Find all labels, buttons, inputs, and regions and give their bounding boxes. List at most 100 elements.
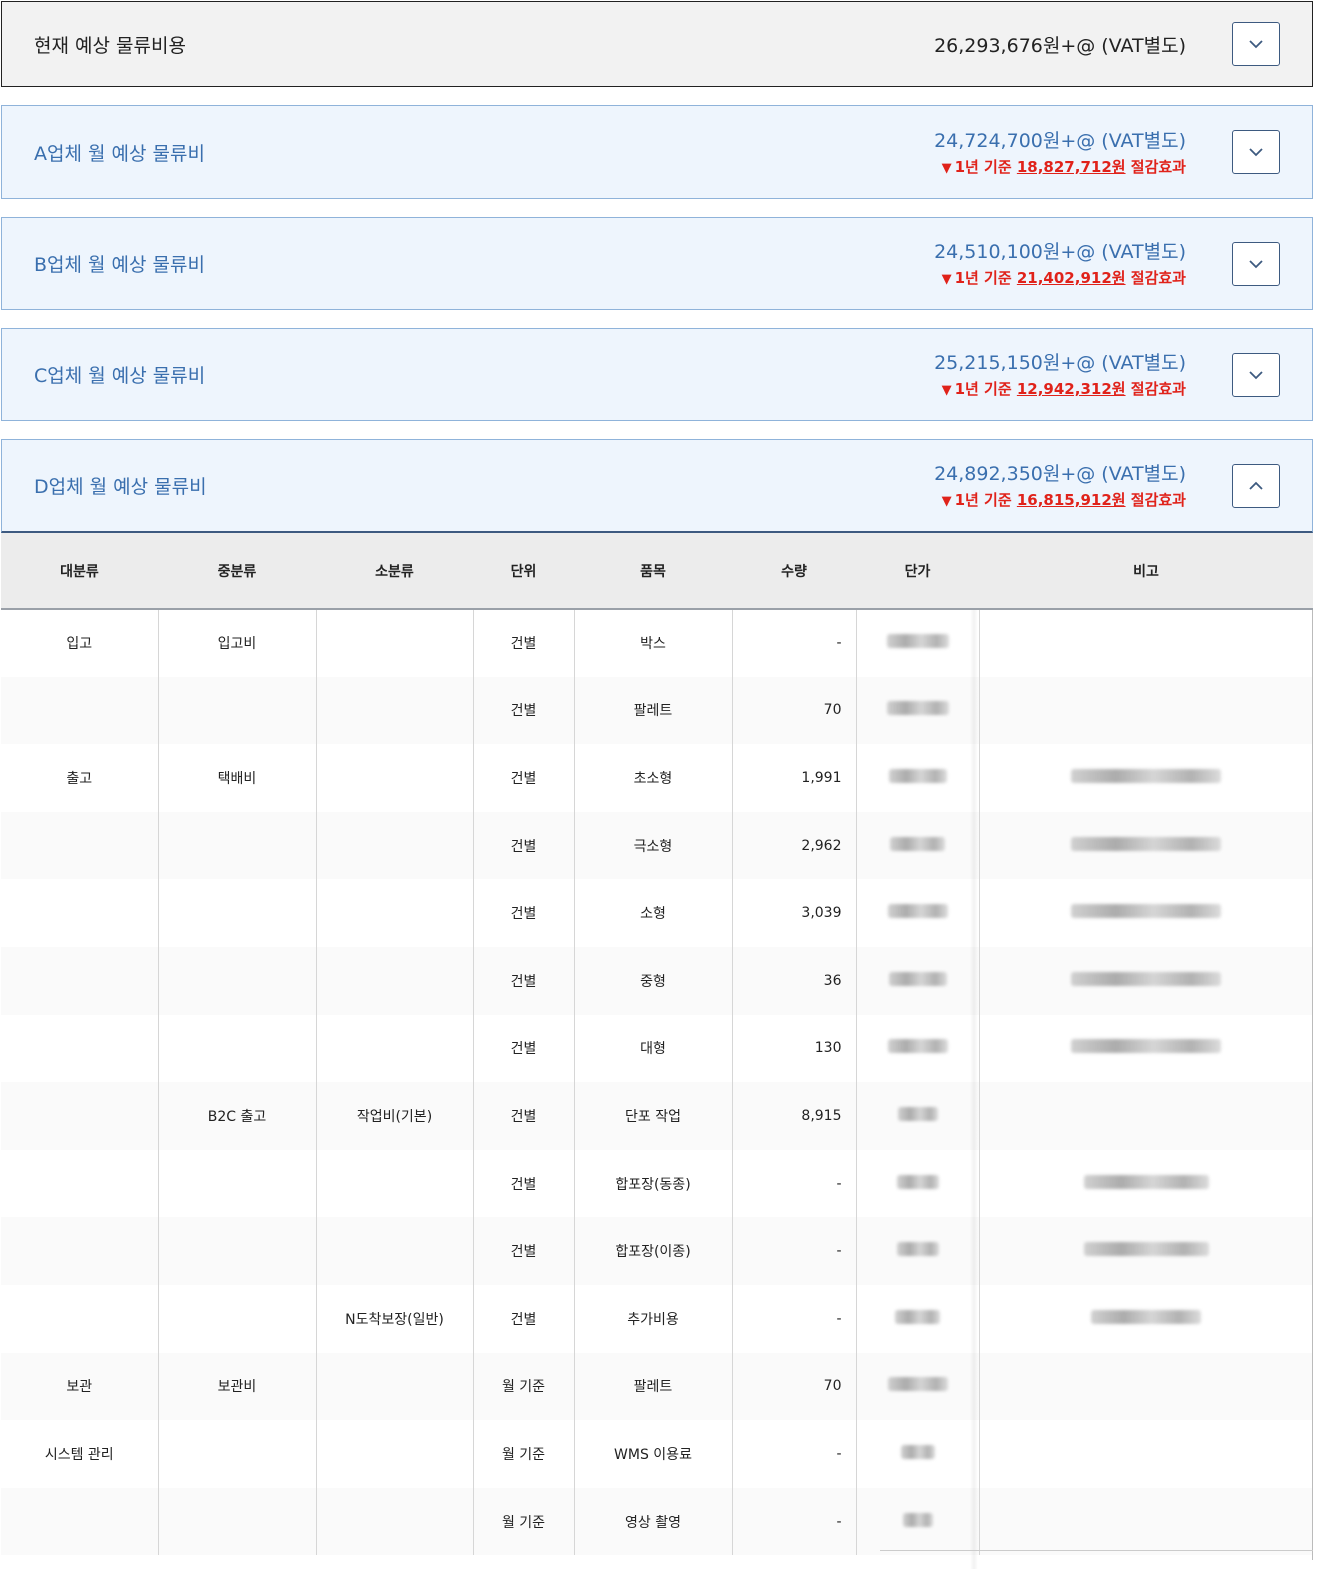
current-cost-expand-button[interactable] [1232,22,1280,66]
cell-middle [158,879,317,947]
table-header-row: 대분류 중분류 소분류 단위 품목 수량 단가 비고 [1,533,1313,610]
vendor-d-summary: 24,892,350원+@ (VAT별도) ▼ 1년 기준 16,815,912원… [934,461,1186,510]
cell-item: 합포장(동종) [574,1149,733,1218]
column-header-minor: 소분류 [316,533,473,610]
saving-value: 21,402,912원 [1016,269,1126,287]
cell-middle [158,1014,317,1083]
cell-note-redacted [979,744,1313,812]
table-row: 건별 팔레트 70 [1,676,1313,745]
cell-unit: 건별 [473,744,575,812]
cell-minor [316,609,474,677]
vendor-a-expand-button[interactable] [1232,130,1280,174]
cell-unit: 건별 [473,811,575,880]
cell-middle: 보관비 [158,1352,317,1421]
redacted-block [1071,971,1222,986]
cell-minor [316,676,474,745]
cell-middle: 택배비 [158,744,317,812]
current-cost-title: 현재 예상 물류비용 [34,34,186,57]
redacted-block [886,701,949,716]
down-triangle-icon: ▼ [941,494,952,509]
table-row: 건별 합포장(동종) - [1,1149,1313,1218]
cell-qty: - [732,1487,857,1556]
cell-item: 합포장(이종) [574,1217,733,1285]
cell-qty: 1,991 [732,744,857,812]
cell-major [1,1082,159,1150]
redacted-block [1083,1174,1209,1189]
vendor-c-expand-button[interactable] [1232,352,1280,397]
saving-value: 18,827,712원 [1016,157,1126,176]
saving-suffix: 절감효과 [1125,157,1186,176]
vendor-c-title: C업체 월 예상 물류비 [34,365,206,387]
cell-minor [316,1487,474,1556]
cell-note-redacted [979,1285,1313,1353]
vendor-b-summary: 24,510,100원+@ (VAT별도) ▼ 1년 기준 21,402,912원… [934,239,1186,288]
redacted-block [890,836,945,851]
table-row: 월 기준 영상 촬영 - [1,1487,1313,1556]
column-divider-shadow [970,610,978,1569]
redacted-block [896,1174,939,1189]
redacted-block [887,1377,948,1392]
cell-qty: 2,962 [732,811,857,880]
chevron-down-icon [1249,148,1263,157]
cell-price-redacted [856,1217,980,1285]
redacted-block [887,1039,948,1054]
cell-qty: 130 [732,1014,857,1083]
cell-major [1,1284,159,1353]
cell-major: 시스템 관리 [1,1420,159,1488]
vendor-a-saving: ▼ 1년 기준 18,827,712원 절감효과 [942,156,1186,177]
table-right-border [1312,610,1313,1560]
table-row: 시스템 관리 월 기준 WMS 이용료 - [1,1420,1313,1488]
cell-major: 입고 [1,609,159,677]
vendor-d-amount: 24,892,350원+@ (VAT별도) [934,463,1186,485]
cell-major [1,946,159,1015]
chevron-down-icon [1249,40,1263,49]
cell-major [1,1217,159,1285]
redacted-block [888,768,947,783]
vendor-b-expand-button[interactable] [1232,241,1280,286]
vendor-d-title: D업체 월 예상 물류비 [34,476,207,498]
cell-major [1,811,159,880]
cell-item: 팔레트 [574,1352,733,1421]
table-row: 건별 대형 130 [1,1014,1313,1083]
cell-item: 단포 작업 [574,1082,733,1150]
vendor-d-collapse-button[interactable] [1232,463,1280,508]
cell-unit: 건별 [473,1014,575,1083]
cell-note-redacted [979,1352,1313,1421]
vendor-c-amount: 25,215,150원+@ (VAT별도) [934,352,1186,374]
current-cost-amount: 26,293,676원+@ (VAT별도) [934,34,1186,57]
cell-price-redacted [856,946,980,1015]
cell-unit: 월 기준 [473,1420,575,1488]
cell-price-redacted [856,1082,980,1150]
vendor-b-amount: 24,510,100원+@ (VAT별도) [934,241,1186,263]
cell-item: 추가비용 [574,1284,733,1353]
cell-price-redacted [856,676,980,745]
saving-suffix: 절감효과 [1125,491,1186,509]
cell-note-redacted [979,1217,1313,1285]
chevron-up-icon [1249,481,1263,490]
saving-value: 16,815,912원 [1016,491,1126,509]
cell-unit: 건별 [473,1149,575,1218]
vendor-a-amount: 24,724,700원+@ (VAT별도) [934,129,1186,152]
down-triangle-icon: ▼ [941,272,952,287]
cell-middle [158,946,317,1015]
cell-qty: - [732,609,857,677]
redacted-block [1071,768,1222,783]
cell-note-redacted [979,1487,1313,1556]
cell-major: 출고 [1,744,159,812]
table-row: 건별 합포장(이종) - [1,1217,1313,1285]
cell-price-redacted [856,1149,980,1218]
vendor-d-saving: ▼ 1년 기준 16,815,912원 절감효과 [942,489,1186,510]
cell-middle [158,1420,317,1488]
cell-price-redacted [856,1284,980,1353]
redacted-block [896,1242,939,1257]
cell-middle: B2C 출고 [158,1082,317,1150]
cell-price-redacted [856,744,980,812]
cell-minor [316,879,474,947]
vendor-b-panel: B업체 월 예상 물류비 24,510,100원+@ (VAT별도) ▼ 1년 기… [1,217,1313,310]
column-header-unit: 단위 [473,533,574,610]
cell-item: 소형 [574,879,733,947]
saving-value: 12,942,312원 [1016,380,1126,398]
cell-major [1,879,159,947]
vendor-d-panel: D업체 월 예상 물류비 24,892,350원+@ (VAT별도) ▼ 1년 기… [1,439,1313,533]
saving-prefix: 1년 기준 [954,491,1017,509]
